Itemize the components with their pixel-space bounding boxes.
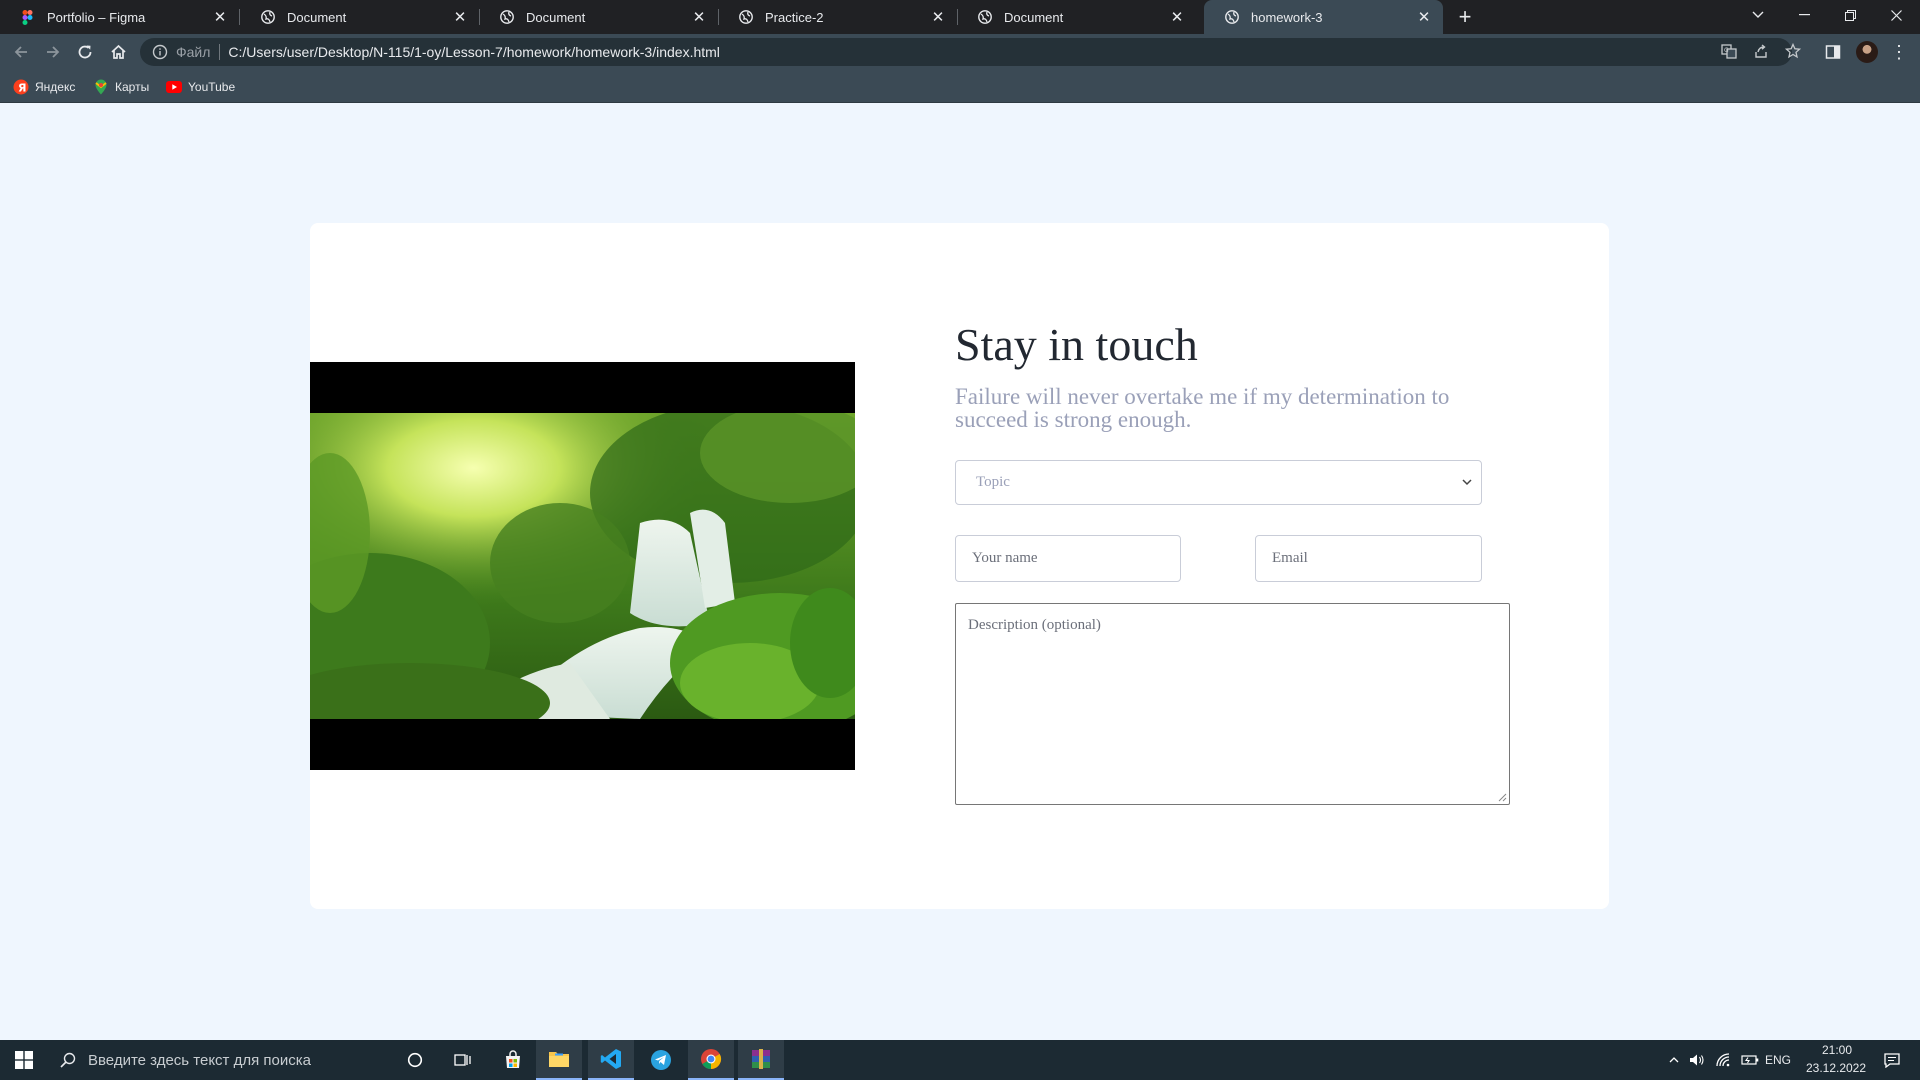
volume-icon[interactable] <box>1686 1040 1708 1080</box>
reload-button[interactable] <box>71 38 99 66</box>
close-icon[interactable]: ✕ <box>1168 8 1186 26</box>
close-icon[interactable]: ✕ <box>211 8 229 26</box>
clock-time[interactable]: 21:00 <box>1812 1043 1862 1057</box>
email-input-placeholder: Email <box>1272 550 1308 566</box>
chevron-down-icon <box>1462 479 1472 486</box>
bookmarks-bar: Я Яндекс Карты YouTube <box>0 70 1920 103</box>
email-input[interactable]: Email <box>1255 535 1482 582</box>
address-divider <box>219 44 221 60</box>
windows-taskbar: Введите здесь текст для поиска ENG 21:00… <box>0 1040 1920 1080</box>
tab-title: homework-3 <box>1251 9 1323 25</box>
microsoft-store-icon[interactable] <box>490 1040 536 1080</box>
topic-select[interactable]: Topic <box>955 460 1482 505</box>
svg-text:G: G <box>1724 47 1729 54</box>
globe-icon <box>977 10 992 25</box>
notifications-icon[interactable] <box>1872 1040 1912 1080</box>
close-icon[interactable]: ✕ <box>451 8 469 26</box>
yandex-icon: Я <box>13 79 29 95</box>
svg-text:Я: Я <box>18 82 26 95</box>
side-panel-icon[interactable] <box>1820 38 1846 66</box>
tab-document-1[interactable]: Document ✕ <box>240 0 479 34</box>
address-scheme-label: Файл <box>176 44 211 60</box>
telegram-icon[interactable] <box>638 1040 684 1080</box>
description-textarea[interactable]: Description (optional) <box>955 603 1510 805</box>
tab-practice-2[interactable]: Practice-2 ✕ <box>718 0 957 34</box>
tab-title: Practice-2 <box>765 9 824 25</box>
tab-title: Document <box>1004 9 1064 25</box>
close-window-button[interactable] <box>1873 0 1919 30</box>
tab-title: Document <box>526 9 586 25</box>
topic-select-value: Topic <box>976 474 1010 490</box>
search-icon <box>60 1052 76 1068</box>
resize-grip-icon[interactable] <box>1498 793 1507 802</box>
address-bar[interactable]: Файл C:/Users/user/Desktop/N-115/1-oy/Le… <box>140 38 1792 66</box>
tray-overflow-chevron-icon[interactable] <box>1666 1040 1682 1080</box>
home-button[interactable] <box>104 38 132 66</box>
info-icon[interactable] <box>152 44 168 60</box>
task-view-icon[interactable] <box>440 1040 486 1080</box>
clock-date[interactable]: 23.12.2022 <box>1796 1061 1876 1075</box>
globe-icon <box>1224 10 1239 25</box>
globe-icon <box>738 10 753 25</box>
browser-toolbar: Файл C:/Users/user/Desktop/N-115/1-oy/Le… <box>0 34 1920 70</box>
bookmark-star-icon[interactable] <box>1780 37 1806 65</box>
figma-icon <box>20 9 35 25</box>
chrome-icon[interactable] <box>688 1040 734 1080</box>
winrar-icon[interactable] <box>738 1040 784 1080</box>
cortana-icon[interactable] <box>392 1040 438 1080</box>
description-placeholder: Description (optional) <box>968 617 1101 633</box>
bookmark-maps[interactable]: Карты <box>93 77 149 97</box>
name-input-placeholder: Your name <box>972 550 1038 566</box>
browser-menu-icon[interactable]: ⋮ <box>1886 38 1912 66</box>
tab-document-2[interactable]: Document ✕ <box>479 0 718 34</box>
language-indicator[interactable]: ENG <box>1765 1053 1791 1067</box>
waterfall-forest-image <box>310 362 855 770</box>
bookmark-label: Карты <box>115 80 150 94</box>
bookmark-label: Яндекс <box>35 80 76 94</box>
name-input[interactable]: Your name <box>955 535 1181 582</box>
new-tab-button[interactable]: + <box>1451 4 1479 30</box>
maps-pin-icon <box>93 79 109 95</box>
windows-start-icon[interactable] <box>0 1040 48 1080</box>
globe-icon <box>499 10 514 25</box>
browser-tab-bar: Portfolio – Figma ✕ Document ✕ Document … <box>0 0 1920 34</box>
taskbar-search-box[interactable]: Введите здесь текст для поиска <box>48 1040 388 1080</box>
tab-title: Portfolio – Figma <box>47 9 146 25</box>
restore-window-button[interactable] <box>1827 0 1873 30</box>
taskbar-search-placeholder: Введите здесь текст для поиска <box>88 1051 311 1069</box>
share-icon[interactable] <box>1748 37 1774 65</box>
globe-icon <box>260 10 275 25</box>
vscode-icon[interactable] <box>588 1040 634 1080</box>
close-icon[interactable]: ✕ <box>1415 8 1433 26</box>
tab-title: Document <box>287 9 347 25</box>
page-subtitle: Failure will never overtake me if my det… <box>955 384 1450 432</box>
profile-avatar[interactable] <box>1856 41 1878 63</box>
forward-button[interactable] <box>39 38 67 66</box>
tab-search-chevron-icon[interactable] <box>1735 0 1781 30</box>
wifi-icon[interactable] <box>1713 1040 1735 1080</box>
address-url[interactable]: C:/Users/user/Desktop/N-115/1-oy/Lesson-… <box>228 44 720 60</box>
tab-portfolio-figma[interactable]: Portfolio – Figma ✕ <box>0 0 239 34</box>
bookmark-label: YouTube <box>188 80 236 94</box>
waterfall-scene-image <box>310 413 855 719</box>
page-title: Stay in touch <box>955 319 1198 370</box>
translate-icon[interactable]: G <box>1716 37 1742 65</box>
youtube-icon <box>166 79 182 95</box>
close-icon[interactable]: ✕ <box>690 8 708 26</box>
file-explorer-icon[interactable] <box>536 1040 582 1080</box>
bookmark-youtube[interactable]: YouTube <box>166 77 235 97</box>
bookmark-yandex[interactable]: Я Яндекс <box>13 77 75 97</box>
battery-icon[interactable] <box>1739 1040 1761 1080</box>
close-icon[interactable]: ✕ <box>929 8 947 26</box>
tab-document-3[interactable]: Document ✕ <box>957 0 1196 34</box>
tab-homework-3[interactable]: homework-3 ✕ <box>1204 0 1443 34</box>
minimize-window-button[interactable] <box>1781 0 1827 30</box>
back-button[interactable] <box>7 38 35 66</box>
